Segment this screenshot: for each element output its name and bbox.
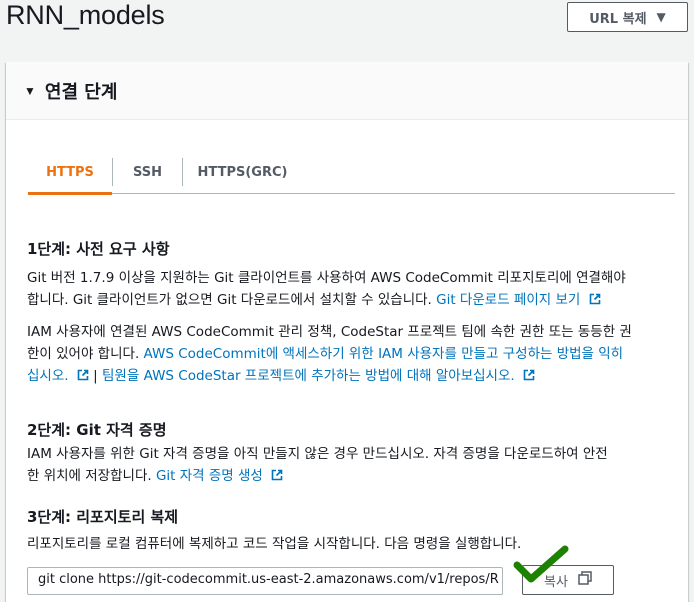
copy-label: 복사 (544, 574, 568, 590)
step2-line2: 한 위치에 저장합니다. Git 자격 증명 생성 (27, 465, 667, 487)
caret-down-icon[interactable]: ▼ (24, 84, 36, 98)
step2-paragraph: IAM 사용자를 위한 Git 자격 증명을 아직 만들지 않은 경우 만드십시… (27, 443, 667, 487)
step3-description: 리포지토리를 로컬 컴퓨터에 복제하고 코드 작업을 시작합니다. 다음 명령을… (27, 536, 522, 552)
step2-line1: IAM 사용자를 위한 Git 자격 증명을 아직 만들지 않은 경우 만드십시… (27, 446, 608, 462)
tab-https[interactable]: HTTPS (28, 150, 112, 195)
copy-button[interactable]: 복사 (522, 565, 614, 595)
repository-title: RNN_models (6, 0, 165, 30)
panel-header[interactable]: ▼ 연결 단계 (6, 62, 688, 120)
iam-user-setup-link-cont[interactable]: 십시오. (27, 368, 69, 384)
step1-p1-line2-text: 합니다. Git 클라이언트가 없으면 Git 다운로드에서 설치할 수 있습니… (27, 292, 432, 308)
step1-p1-line1: Git 버전 1.7.9 이상을 지원하는 Git 클라이언트를 사용하여 AW… (27, 270, 626, 286)
step1-p2-line3: 십시오. | 팀원을 AWS CodeStar 프로젝트에 추가하는 방법에 대… (27, 365, 667, 387)
create-git-credentials-link[interactable]: Git 자격 증명 생성 (156, 468, 263, 484)
protocol-tabs: HTTPS SSH HTTPS(GRC) (28, 150, 675, 195)
external-link-icon (271, 469, 283, 481)
external-link-icon (589, 293, 601, 305)
git-download-link[interactable]: Git 다운로드 페이지 보기 (436, 292, 580, 308)
step2-line2-text: 한 위치에 저장합니다. (27, 468, 152, 484)
step1-p2-line1: IAM 사용자에 연결된 AWS CodeCommit 관리 정책, CodeS… (27, 324, 632, 340)
step1-p2-line2-text: 한이 있어야 합니다. (27, 346, 140, 362)
tab-https-grc[interactable]: HTTPS(GRC) (182, 158, 302, 186)
step2-title: 2단계: Git 자격 증명 (27, 421, 167, 439)
step1-p1-line2: 합니다. Git 클라이언트가 없으면 Git 다운로드에서 설치할 수 있습니… (27, 289, 667, 311)
tab-ssh[interactable]: SSH (112, 158, 182, 186)
clone-url-button[interactable]: URL 복제 ▼ (567, 2, 688, 32)
caret-down-icon: ▼ (656, 10, 666, 24)
connection-steps-panel: ▼ 연결 단계 HTTPS SSH HTTPS(GRC) 1단계: 사전 요구 … (6, 62, 688, 602)
step3-title: 3단계: 리포지토리 복제 (27, 508, 179, 526)
clone-command-field[interactable]: git clone https://git-codecommit.us-east… (27, 567, 503, 595)
external-link-icon (77, 369, 89, 381)
panel-title: 연결 단계 (44, 81, 118, 103)
step1-paragraph1: Git 버전 1.7.9 이상을 지원하는 Git 클라이언트를 사용하여 AW… (27, 267, 667, 311)
iam-user-setup-link[interactable]: AWS CodeCommit에 액세스하기 위한 IAM 사용자를 만들고 구성… (144, 346, 624, 362)
codestar-team-link[interactable]: 팀원을 AWS CodeStar 프로젝트에 추가하는 방법에 대해 알아보십시… (102, 368, 515, 384)
link-separator: | (93, 368, 98, 384)
step1-title: 1단계: 사전 요구 사항 (27, 240, 170, 258)
step1-paragraph2: IAM 사용자에 연결된 AWS CodeCommit 관리 정책, CodeS… (27, 321, 667, 387)
copy-icon (578, 571, 592, 589)
clone-url-label: URL 복제 (589, 11, 647, 27)
step1-p2-line2: 한이 있어야 합니다. AWS CodeCommit에 액세스하기 위한 IAM… (27, 343, 667, 365)
external-link-icon (523, 369, 535, 381)
